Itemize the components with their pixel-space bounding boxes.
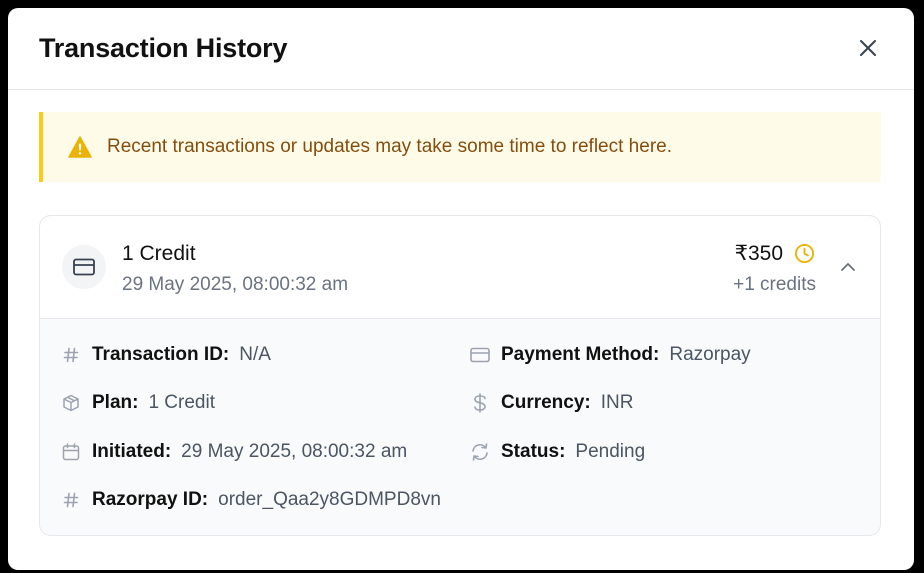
detail-razorpay-id: Razorpay ID: order_Qaa2y8GDMPD8vn [61, 489, 441, 511]
detail-label: Initiated: [92, 441, 172, 462]
detail-status: Status: Pending [470, 441, 645, 463]
transaction-card: 1 Credit 29 May 2025, 08:00:32 am ₹350 +… [39, 215, 881, 536]
detail-currency: Currency: INR [470, 392, 633, 414]
hash-icon [61, 490, 81, 510]
refresh-icon [470, 442, 490, 462]
detail-label: Razorpay ID: [92, 489, 209, 510]
detail-label: Currency: [501, 392, 591, 413]
transaction-details: Transaction ID: N/A Payment Method: Razo… [40, 319, 880, 535]
transaction-history-modal: Transaction History Recent transactions … [8, 8, 914, 570]
info-alert: Recent transactions or updates may take … [39, 112, 881, 182]
detail-transaction-id: Transaction ID: N/A [61, 344, 271, 366]
dollar-icon [470, 393, 490, 413]
hash-icon [61, 345, 81, 365]
close-icon [860, 40, 876, 56]
detail-plan: Plan: 1 Credit [61, 392, 215, 414]
package-icon [61, 393, 81, 413]
detail-label: Transaction ID: [92, 344, 230, 365]
transaction-card-header[interactable]: 1 Credit 29 May 2025, 08:00:32 am ₹350 +… [40, 216, 880, 319]
calendar-icon [61, 442, 81, 462]
detail-payment-method: Payment Method: Razorpay [470, 344, 751, 366]
chevron-up-icon [841, 263, 855, 271]
alert-text: Recent transactions or updates may take … [107, 136, 672, 157]
credit-card-icon [470, 345, 490, 365]
detail-label: Payment Method: [501, 344, 660, 365]
detail-value: order_Qaa2y8GDMPD8vn [218, 489, 441, 510]
detail-value: 29 May 2025, 08:00:32 am [181, 441, 408, 462]
detail-value: Razorpay [669, 344, 751, 365]
amount-row: ₹350 [735, 241, 816, 266]
modal-title: Transaction History [39, 33, 288, 63]
modal-header: Transaction History [8, 8, 914, 90]
detail-value: N/A [239, 344, 271, 365]
transaction-amount: ₹350 [734, 242, 783, 265]
collapse-button[interactable] [838, 257, 858, 277]
transaction-title: 1 Credit [122, 242, 196, 265]
detail-initiated: Initiated: 29 May 2025, 08:00:32 am [61, 441, 407, 463]
transaction-credits: +1 credits [733, 274, 816, 295]
credit-card-icon [73, 258, 95, 276]
close-button[interactable] [856, 36, 880, 60]
clock-icon [794, 243, 816, 265]
transaction-icon-badge [62, 245, 106, 289]
detail-label: Plan: [92, 392, 139, 413]
detail-value: 1 Credit [148, 392, 215, 413]
detail-label: Status: [501, 441, 566, 462]
warning-icon [68, 135, 92, 159]
detail-value: INR [600, 392, 634, 413]
detail-value: Pending [575, 441, 646, 462]
transaction-date: 29 May 2025, 08:00:32 am [122, 274, 349, 295]
